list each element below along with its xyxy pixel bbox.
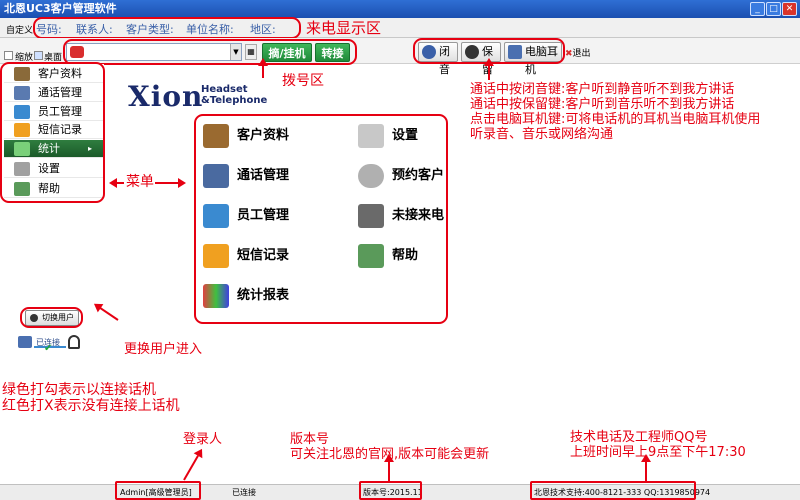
call-buttons-arrow — [484, 58, 494, 80]
menu-settings[interactable]: 设置 — [358, 124, 418, 150]
menu-help[interactable]: 帮助 — [358, 244, 418, 270]
switch-user-note: 更换用户进入 — [124, 342, 203, 357]
telephone-icon — [358, 204, 384, 228]
envelope-icon — [203, 244, 229, 268]
connection-status: 已连接 — [232, 488, 256, 497]
version-arrow — [384, 454, 394, 482]
buttons-help-4: 听录音、音乐或网络沟通 — [470, 127, 614, 142]
menu-calls[interactable]: 通话管理 — [203, 164, 289, 190]
staff-icon — [203, 204, 229, 228]
customize-menu[interactable]: 自定义 — [6, 23, 33, 36]
login-arrow — [183, 455, 199, 481]
customer-icon — [203, 124, 229, 148]
call-icon — [203, 164, 229, 188]
menu-sms[interactable]: 短信记录 — [203, 244, 289, 270]
exit-button[interactable]: ✖退出 — [565, 46, 591, 59]
buttons-help-3: 点击电脑耳机键:可将电话机的耳机当电脑耳机使用 — [470, 112, 761, 127]
window-title: 北恩UC3客户管理软件 — [4, 2, 117, 15]
menu-arrow — [155, 178, 186, 188]
sidebar-highlight — [0, 62, 105, 203]
caller-display-note: 来电显示区 — [306, 19, 382, 37]
support-note: 技术电话及工程师QQ号 — [570, 430, 708, 445]
support-highlight — [530, 481, 696, 500]
check-icon: ✔ — [44, 343, 53, 354]
help-icon — [358, 244, 384, 268]
brand-logo: Xion — [128, 80, 204, 113]
menu-stats[interactable]: 统计报表 — [203, 284, 289, 310]
logo-sub1: Headset — [201, 84, 248, 95]
switch-user-arrow — [95, 304, 119, 321]
dial-area-note: 拨号区 — [282, 73, 324, 89]
settings-icon — [358, 124, 384, 148]
menu-missed-calls[interactable]: 未接来电 — [358, 204, 444, 230]
menu-staff[interactable]: 员工管理 — [203, 204, 289, 230]
exit-icon: ✖ — [565, 49, 573, 59]
shrink-checkbox[interactable] — [4, 51, 13, 60]
headset-icon — [68, 335, 80, 349]
logo-sub2: &Telephone — [201, 95, 268, 106]
menu-appointments[interactable]: 预约客户 — [358, 164, 444, 190]
menu-customers[interactable]: 客户资料 — [203, 124, 289, 150]
clock-icon — [358, 164, 384, 188]
caller-display-highlight — [33, 17, 301, 39]
minimize-button[interactable]: _ — [750, 2, 765, 16]
bar-chart-icon — [203, 284, 229, 308]
switch-user-highlight — [20, 307, 83, 328]
title-bar: 北恩UC3客户管理软件 — [0, 0, 800, 18]
version-highlight — [359, 481, 422, 500]
dial-area-highlight — [63, 39, 357, 65]
close-button[interactable]: ✕ — [782, 2, 797, 16]
menu-arrow-left — [109, 178, 124, 188]
login-user-note: 登录人 — [183, 432, 223, 447]
buttons-help-1: 通话中按闭音键:客户听到静音听不到我方讲话 — [470, 82, 735, 97]
maximize-button[interactable]: □ — [766, 2, 781, 16]
dial-area-arrow — [258, 58, 268, 78]
menu-note: 菜单 — [126, 174, 154, 190]
support-arrow — [641, 454, 651, 482]
desktop-checkbox[interactable] — [34, 51, 43, 60]
version-note: 版本号 — [290, 432, 330, 447]
login-highlight — [115, 481, 201, 500]
connection-help-2: 红色打X表示没有连接上话机 — [2, 398, 180, 414]
computer-icon — [18, 336, 32, 348]
connection-help-1: 绿色打勾表示以连接话机 — [2, 382, 156, 398]
buttons-help-2: 通话中按保留键:客户听到音乐听不到我方讲话 — [470, 97, 735, 112]
hours-note: 上班时间早上9点至下午17:30 — [570, 445, 746, 460]
